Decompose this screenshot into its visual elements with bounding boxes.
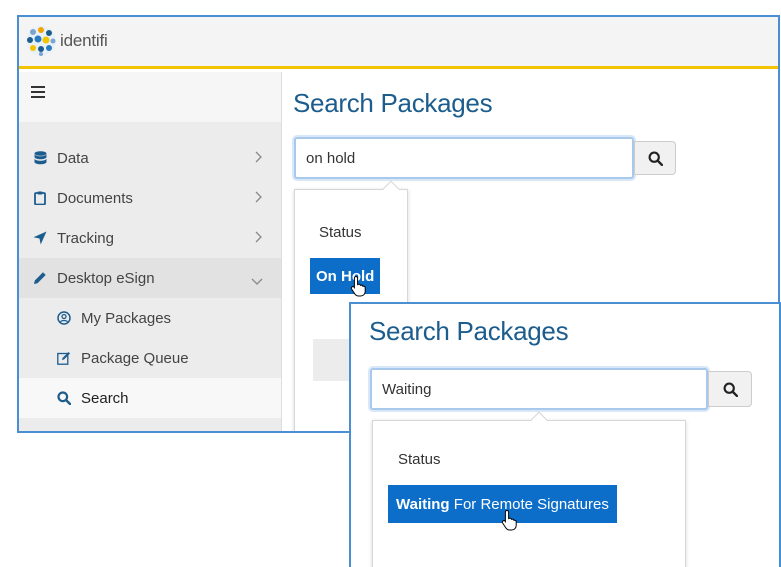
- dropdown-caret: [530, 411, 548, 429]
- clipboard-icon: [33, 191, 47, 205]
- overlay-search-button[interactable]: [708, 371, 752, 407]
- chevron-down-icon: [251, 273, 263, 290]
- sidebar-item-label: Data: [57, 149, 89, 167]
- page-title: Search Packages: [293, 88, 493, 118]
- sidebar-item-label: Tracking: [57, 229, 114, 247]
- search-button[interactable]: [634, 141, 676, 175]
- search-input[interactable]: [294, 137, 634, 179]
- suggestion-group-label: Status: [398, 451, 441, 468]
- search-icon: [648, 151, 663, 166]
- sidebar-item-label: Desktop eSign: [57, 269, 155, 287]
- sidebar-header: [19, 72, 281, 122]
- identifi-logo[interactable]: identifi: [24, 23, 108, 59]
- logo-text: identifi: [60, 31, 108, 50]
- top-bar: identifi: [19, 17, 778, 69]
- hamburger-menu-icon[interactable]: [31, 86, 45, 101]
- overlay-page-title: Search Packages: [369, 316, 569, 346]
- sidebar-subitem-label: Search: [81, 389, 129, 407]
- sidebar-item-documents[interactable]: Documents: [19, 178, 281, 218]
- chevron-right-icon: [255, 190, 263, 207]
- sidebar-subitem-package-queue[interactable]: Package Queue: [19, 338, 281, 378]
- search-icon: [57, 391, 71, 405]
- logo-mark-icon: [26, 26, 56, 56]
- sidebar-subitem-label: My Packages: [81, 309, 172, 327]
- overlay-suggestions-dropdown: Status Waiting For Remote Signatures: [372, 411, 686, 567]
- chevron-right-icon: [255, 150, 263, 167]
- sidebar-item-tracking[interactable]: Tracking: [19, 218, 281, 258]
- sidebar-item-desktop-esign[interactable]: Desktop eSign: [19, 258, 281, 298]
- search-group: [294, 137, 676, 179]
- user-circle-icon: [57, 311, 71, 325]
- hand-pointer-cursor-icon: [350, 275, 366, 297]
- sidebar: Data Documents Tracking Desktop eSign My…: [19, 72, 281, 431]
- chevron-right-icon: [255, 230, 263, 247]
- pencil-icon: [33, 271, 47, 285]
- sidebar-item-label: Documents: [57, 189, 133, 207]
- sidebar-subitem-my-packages[interactable]: My Packages: [19, 298, 281, 338]
- sidebar-subitem-search[interactable]: Search: [19, 378, 281, 418]
- dropdown-caret: [382, 180, 400, 198]
- hand-pointer-cursor-icon: [501, 509, 517, 531]
- suggestion-group-label: Status: [319, 224, 362, 241]
- overlay-search-input[interactable]: [370, 368, 708, 410]
- sidebar-subitem-label: Package Queue: [81, 349, 189, 367]
- location-arrow-icon: [33, 231, 47, 245]
- overlay-window: Search Packages Status Waiting For Remot…: [349, 302, 781, 567]
- search-icon: [723, 382, 738, 397]
- sidebar-item-data[interactable]: Data: [19, 138, 281, 178]
- suggestion-match-text: Waiting: [396, 495, 450, 513]
- database-icon: [33, 151, 47, 165]
- edit-icon: [57, 351, 71, 365]
- suggestion-rest-text: For Remote Signatures: [449, 495, 609, 513]
